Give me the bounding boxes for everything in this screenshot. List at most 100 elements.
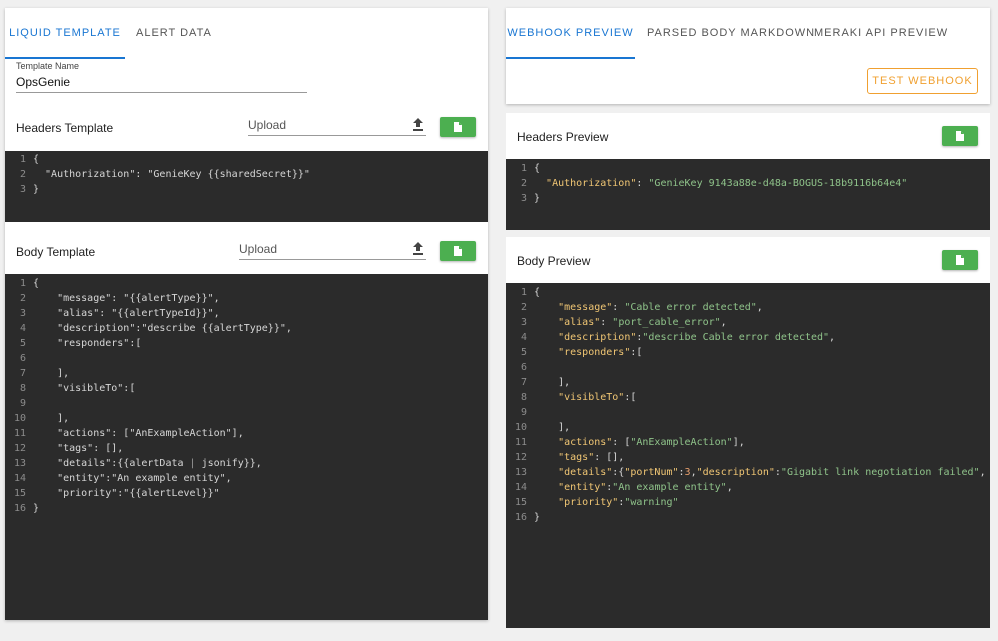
file-icon (454, 122, 462, 132)
code-line: 1{ (5, 154, 39, 169)
code-line: 7 ], (5, 368, 69, 383)
line-number: 1 (19, 278, 26, 289)
code-line: 8 "visibleTo":[ (5, 383, 135, 398)
headers-preview-editor[interactable]: 1{2 "Authorization": "GenieKey 9143a88e-… (506, 159, 990, 230)
headers-template-editor[interactable]: 1{2 "Authorization": "GenieKey {{sharedS… (5, 151, 488, 222)
code-line: 6 (506, 362, 534, 377)
code-line: 1{ (506, 163, 540, 178)
code-line: 13 "details":{{alertData | jsonify}}, (5, 458, 262, 473)
test-webhook-button[interactable]: Test Webhook (867, 68, 978, 94)
code-line: 16} (506, 512, 540, 527)
body-template-header: Body Template (5, 228, 488, 274)
template-tabs: Liquid Template Alert Data (5, 8, 488, 59)
headers-save-button[interactable] (440, 117, 476, 137)
code-line: 2 "message": "{{alertType}}", (5, 293, 220, 308)
code-text: "responders":[ (33, 338, 142, 349)
code-text: "description":"describe {{alertType}}", (33, 323, 292, 334)
line-number: 10 (13, 413, 26, 424)
code-line: 5 "responders":[ (506, 347, 642, 362)
code-text: "Authorization": "GenieKey {{sharedSecre… (33, 169, 310, 180)
code-line: 14 "entity":"An example entity", (506, 482, 733, 497)
code-text: "description":"describe Cable error dete… (558, 332, 836, 343)
code-text: { (33, 278, 40, 289)
code-text: "visibleTo":[ (558, 392, 637, 403)
code-line: 14 "entity":"An example entity", (5, 473, 232, 488)
body-template-editor[interactable]: 1 {2 "message": "{{alertType}}", 3 "alias"… (5, 274, 488, 620)
body-preview-save-button[interactable] (942, 250, 978, 270)
headers-preview-save-button[interactable] (942, 126, 978, 146)
code-text: "details":{{alertData | jsonify}}, (33, 458, 262, 469)
line-number: 7 (19, 368, 26, 379)
headers-upload-input[interactable] (248, 115, 426, 136)
line-number: 16 (514, 512, 527, 523)
headers-preview-header: Headers Preview (506, 113, 990, 159)
tab-parsed-body-markdown[interactable]: Parsed Body Markdown (647, 8, 815, 59)
line-number: 12 (13, 443, 26, 454)
file-icon (956, 131, 964, 141)
code-text: ], (534, 422, 571, 433)
line-number: 15 (13, 488, 26, 499)
line-number: 7 (520, 377, 527, 388)
upload-icon[interactable] (412, 118, 424, 132)
upload-icon[interactable] (412, 242, 424, 256)
body-preview-title: Body Preview (517, 254, 591, 268)
body-preview-header: Body Preview (506, 237, 990, 283)
code-text: ], (534, 377, 571, 388)
line-number: 16 (13, 503, 26, 514)
line-number: 6 (520, 362, 527, 373)
tab-liquid-template[interactable]: Liquid Template (5, 8, 125, 59)
code-line: 3 "alias": "port_cable_error", (506, 317, 727, 332)
headers-template-header: Headers Template (5, 104, 488, 151)
body-upload-input[interactable] (239, 239, 426, 260)
code-text: "tags": [], (33, 443, 124, 454)
preview-tabs: Webhook Preview Parsed Body Markdown Mer… (506, 8, 990, 59)
line-number: 14 (514, 482, 527, 493)
line-number: 13 (13, 458, 26, 469)
line-number: 4 (520, 332, 527, 343)
code-line: 2 "Authorization": "GenieKey {{sharedSec… (5, 169, 310, 184)
code-line: 12 "tags": [], (5, 443, 123, 458)
code-text: } (534, 193, 541, 204)
line-number: 3 (19, 308, 26, 319)
line-number: 5 (520, 347, 527, 358)
code-text: "message": "Cable error detected", (558, 302, 763, 313)
line-number: 8 (520, 392, 527, 403)
code-text: "tags": [], (558, 452, 625, 463)
tab-meraki-api-preview[interactable]: Meraki API Preview (814, 8, 948, 59)
line-number: 9 (520, 407, 527, 418)
code-text: "priority":"warning" (558, 497, 679, 508)
code-line: 9 (5, 398, 33, 413)
code-text: ], (33, 413, 70, 424)
code-text: } (534, 512, 541, 523)
template-name-input[interactable] (16, 72, 307, 93)
line-number: 4 (19, 323, 26, 334)
code-line: 13 "details":{"portNum":3,"description":… (506, 467, 986, 482)
code-text: "alias": "{{alertTypeId}}", (33, 308, 220, 319)
code-line: 1{ (506, 287, 540, 302)
code-text: { (534, 163, 541, 174)
line-number: 11 (13, 428, 26, 439)
preview-panel: Webhook Preview Parsed Body Markdown Mer… (506, 8, 990, 104)
line-number: 12 (514, 452, 527, 463)
code-line: 11 "actions": ["AnExampleAction"], (5, 428, 244, 443)
tab-webhook-preview[interactable]: Webhook Preview (506, 8, 635, 59)
code-line: 3 "alias": "{{alertTypeId}}", (5, 308, 220, 323)
code-line: 2 "message": "Cable error detected", (506, 302, 763, 317)
code-text: "actions": ["AnExampleAction"], (558, 437, 745, 448)
code-text: "priority":"{{alertLevel}}" (33, 488, 220, 499)
line-number: 14 (13, 473, 26, 484)
code-line: 6 (5, 353, 33, 368)
body-preview-editor[interactable]: 1{2 "message": "Cable error detected", 3 … (506, 283, 990, 628)
line-number: 2 (520, 302, 527, 313)
code-text: ], (33, 368, 70, 379)
code-line: 2 "Authorization": "GenieKey 9143a88e-d4… (506, 178, 907, 193)
code-text: } (33, 503, 40, 514)
code-line: 12 "tags": [], (506, 452, 624, 467)
line-number: 3 (520, 317, 527, 328)
code-line: 11 "actions": ["AnExampleAction"], (506, 437, 745, 452)
code-line: 16} (5, 503, 39, 518)
code-text: } (33, 184, 40, 195)
code-line: 15 "priority":"warning" (506, 497, 679, 512)
body-save-button[interactable] (440, 241, 476, 261)
tab-alert-data[interactable]: Alert Data (136, 8, 212, 59)
